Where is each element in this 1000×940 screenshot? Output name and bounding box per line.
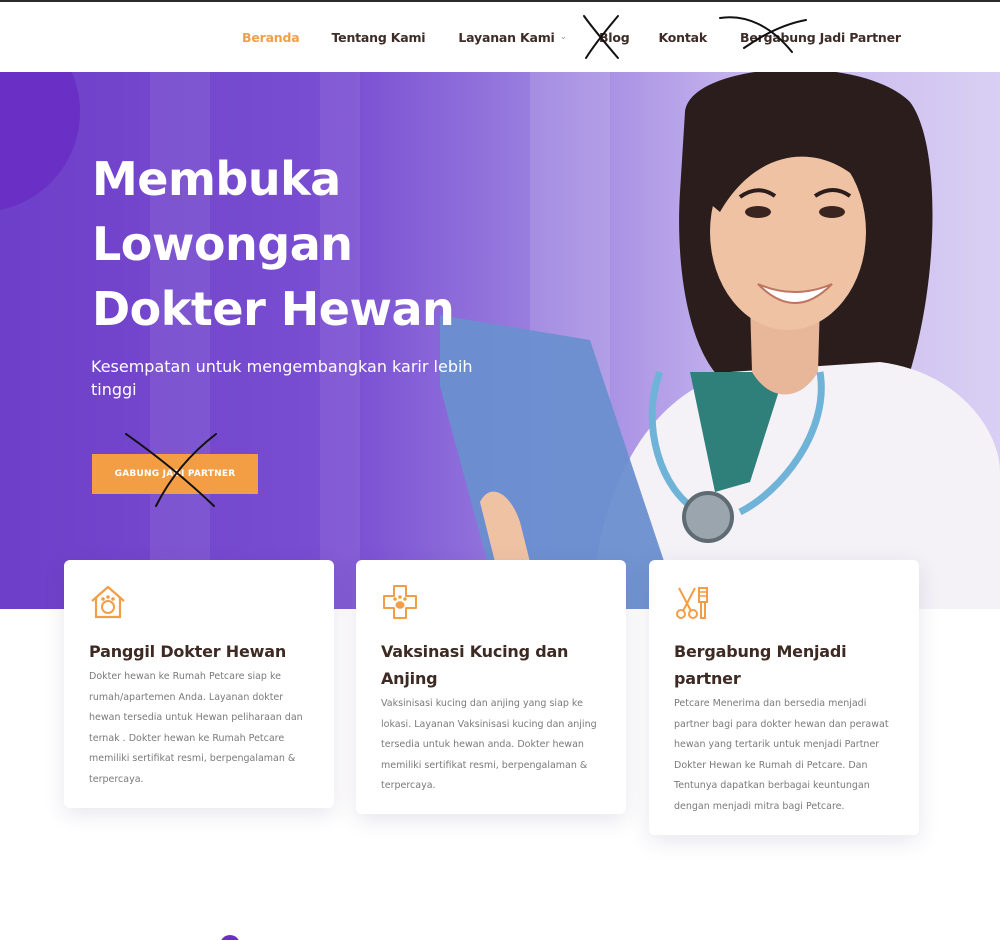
- hero-subtitle: Kesempatan untuk mengembangkan karir leb…: [91, 357, 473, 399]
- nav-item-blog[interactable]: Blog: [599, 30, 630, 45]
- card-title: Bergabung Menjadi partner: [674, 642, 847, 688]
- nav-menu: Beranda Tentang Kami Layanan Kami ⌄ Blog…: [242, 2, 901, 72]
- card-title: Panggil Dokter Hewan: [89, 642, 287, 661]
- decorative-dot: [220, 935, 240, 940]
- nav-item-beranda[interactable]: Beranda: [242, 30, 300, 45]
- medical-cross-paw-icon: [383, 585, 417, 619]
- hero-title: Membuka Lowongan Dokter Hewan: [92, 152, 455, 336]
- service-card-vaksinasi: Vaksinasi Kucing dan Anjing Vaksinisasi …: [356, 560, 626, 814]
- nav-item-kontak[interactable]: Kontak: [659, 30, 708, 45]
- hero-banner: Membuka Lowongan Dokter Hewan Kesempatan…: [0, 72, 1000, 609]
- main-navigation: Beranda Tentang Kami Layanan Kami ⌄ Blog…: [0, 2, 1000, 72]
- decorative-circle: [0, 72, 80, 212]
- nav-item-tentang-kami[interactable]: Tentang Kami: [332, 30, 426, 45]
- nav-item-layanan-label: Layanan Kami: [458, 29, 555, 45]
- card-description: Petcare Menerima dan bersedia menjadi pa…: [674, 698, 889, 812]
- card-title: Vaksinasi Kucing dan Anjing: [381, 642, 569, 688]
- grooming-tools-icon: [676, 587, 708, 619]
- nav-item-bergabung-partner[interactable]: Bergabung Jadi Partner: [740, 30, 901, 45]
- nav-item-layanan-kami[interactable]: Layanan Kami ⌄: [458, 30, 567, 45]
- chevron-down-icon: ⌄: [559, 32, 568, 42]
- service-card-bergabung-partner: Bergabung Menjadi partner Petcare Meneri…: [649, 560, 919, 835]
- join-partner-button[interactable]: GABUNG JADI PARTNER: [92, 454, 258, 494]
- card-description: Dokter hewan ke Rumah Petcare siap ke ru…: [89, 671, 303, 785]
- card-description: Vaksinisasi kucing dan anjing yang siap …: [381, 698, 597, 792]
- service-card-panggil-dokter: Panggil Dokter Hewan Dokter hewan ke Rum…: [64, 560, 334, 808]
- doctor-illustration: [440, 72, 1000, 609]
- house-paw-icon: [91, 585, 125, 619]
